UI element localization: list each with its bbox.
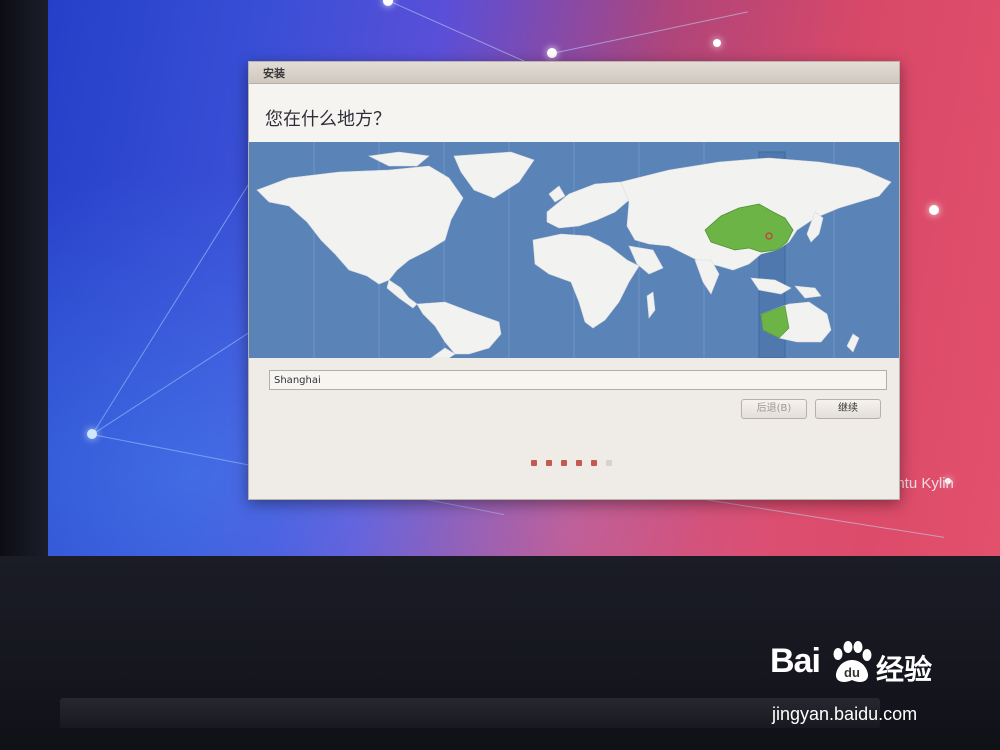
wallpaper-dot bbox=[929, 205, 939, 215]
page-title: 您在什么地方？ bbox=[265, 109, 391, 130]
window-title: 安装 bbox=[263, 67, 285, 80]
watermark-logo-text: Bai bbox=[770, 642, 821, 680]
timezone-input[interactable] bbox=[269, 370, 887, 390]
world-map-graphic bbox=[249, 142, 899, 358]
wallpaper-dot bbox=[87, 429, 97, 439]
timezone-map[interactable] bbox=[249, 142, 899, 358]
keyboard-edge bbox=[60, 698, 880, 728]
watermark-url: jingyan.baidu.com bbox=[772, 704, 918, 724]
svg-text:du: du bbox=[844, 665, 860, 680]
progress-step-dot bbox=[546, 460, 552, 466]
window-titlebar[interactable]: 安装 bbox=[249, 62, 899, 84]
progress-step-dot bbox=[561, 460, 567, 466]
step-progress-indicator bbox=[531, 460, 612, 466]
progress-step-dot bbox=[576, 460, 582, 466]
back-button[interactable]: 后退(B) bbox=[741, 399, 807, 419]
progress-step-dot bbox=[606, 460, 612, 466]
progress-step-dot bbox=[531, 460, 537, 466]
wallpaper-dot bbox=[713, 39, 721, 47]
wallpaper-dot bbox=[547, 48, 557, 58]
continue-button[interactable]: 继续 bbox=[815, 399, 881, 419]
baidu-paw-icon: du bbox=[833, 641, 872, 682]
wallpaper-dot bbox=[383, 0, 393, 6]
wallpaper-line bbox=[552, 11, 748, 54]
installer-window: 安装 您在什么地方？ Shanghai 后退(B) 继续 bbox=[248, 61, 900, 500]
page-header: 您在什么地方？ bbox=[249, 84, 899, 143]
watermark-logo-suffix: 经验 bbox=[876, 653, 933, 686]
progress-step-dot bbox=[591, 460, 597, 466]
